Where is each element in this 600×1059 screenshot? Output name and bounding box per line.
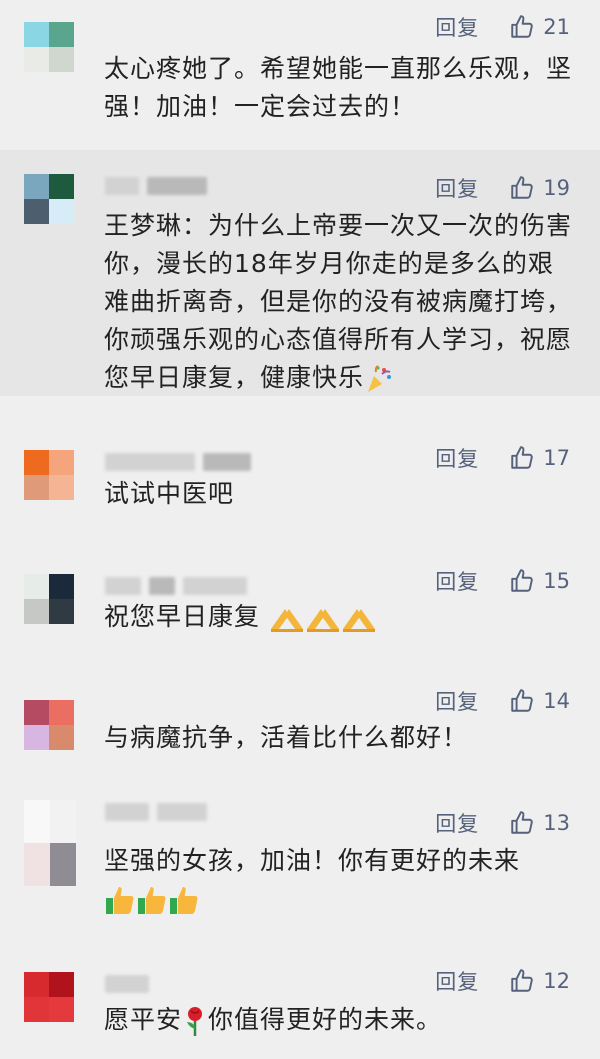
comment-text: 祝您早日康复 bbox=[104, 598, 572, 636]
comment-actions: 回复 12 bbox=[435, 966, 570, 996]
avatar[interactable] bbox=[24, 574, 74, 624]
comment-actions: 回复 17 bbox=[435, 443, 570, 473]
comment-actions: 回复 15 bbox=[435, 566, 570, 596]
comment-text: 王梦琳：为什么上帝要一次又一次的伤害你，漫长的18年岁月你走的是多么的艰难曲折离… bbox=[104, 207, 572, 397]
comment-text: 太心疼她了。希望她能一直那么乐观，坚强！加油！一定会过去的！ bbox=[104, 54, 573, 121]
rose-emoji bbox=[187, 1007, 203, 1036]
avatar[interactable] bbox=[24, 700, 74, 750]
comment-item: 回复 17 试试中医吧 bbox=[0, 396, 600, 556]
thumbs-up-icon bbox=[511, 569, 534, 592]
comment-text-body: 祝您早日康复 bbox=[104, 602, 261, 631]
thumbs-up-icon bbox=[511, 811, 534, 834]
like-count: 15 bbox=[543, 569, 570, 593]
like-button[interactable]: 13 bbox=[509, 810, 570, 836]
comment-actions: 回复 13 bbox=[435, 808, 570, 838]
like-button[interactable]: 12 bbox=[509, 968, 570, 994]
avatar[interactable] bbox=[24, 174, 74, 224]
comment-item: 回复 12 愿平安 你值得更好的未来。 bbox=[0, 948, 600, 1059]
username-blurred[interactable] bbox=[105, 974, 149, 994]
avatar[interactable] bbox=[24, 972, 74, 1022]
comment-item: 回复 21 太心疼她了。希望她能一直那么乐观，坚强！加油！一定会过去的！ bbox=[0, 0, 600, 150]
confetti-emoji bbox=[368, 365, 392, 392]
avatar[interactable] bbox=[24, 800, 76, 886]
reply-button[interactable]: 回复 bbox=[435, 686, 479, 716]
thumbs-up-emoji bbox=[106, 887, 134, 914]
like-count: 13 bbox=[543, 811, 570, 835]
pray-emoji bbox=[306, 609, 339, 632]
comment-text-b: 你值得更好的未来。 bbox=[208, 1005, 443, 1034]
like-count: 14 bbox=[543, 689, 570, 713]
like-button[interactable]: 15 bbox=[509, 568, 570, 594]
username-blurred[interactable] bbox=[105, 176, 207, 196]
thumbs-up-icon bbox=[511, 176, 534, 199]
like-count: 21 bbox=[543, 15, 570, 39]
reply-button[interactable]: 回复 bbox=[435, 173, 479, 203]
like-button[interactable]: 17 bbox=[509, 445, 570, 471]
comment-item: 回复 13 坚强的女孩，加油！你有更好的未来 bbox=[0, 788, 600, 948]
thumbs-up-emoji bbox=[138, 887, 166, 914]
pray-emoji bbox=[270, 609, 303, 632]
comment-text: 愿平安 你值得更好的未来。 bbox=[104, 1001, 572, 1039]
like-count: 17 bbox=[543, 446, 570, 470]
reply-button[interactable]: 回复 bbox=[435, 12, 479, 42]
thumbs-up-emoji bbox=[170, 887, 198, 914]
reply-button[interactable]: 回复 bbox=[435, 566, 479, 596]
username-blurred[interactable] bbox=[105, 802, 207, 822]
comment-item: 回复 14 与病魔抗争，活着比什么都好！ bbox=[0, 676, 600, 788]
comment-actions: 回复 14 bbox=[435, 686, 570, 716]
thumbs-up-icon bbox=[511, 969, 534, 992]
like-button[interactable]: 19 bbox=[509, 175, 570, 201]
username-blurred[interactable] bbox=[105, 452, 251, 472]
like-count: 19 bbox=[543, 176, 570, 200]
thumbs-up-icon bbox=[511, 446, 534, 469]
comment-text-a: 愿平安 bbox=[104, 1005, 183, 1034]
reply-button[interactable]: 回复 bbox=[435, 443, 479, 473]
comment-actions: 回复 21 bbox=[435, 12, 570, 42]
avatar[interactable] bbox=[24, 450, 74, 500]
username-blurred[interactable] bbox=[105, 576, 247, 596]
like-button[interactable]: 21 bbox=[509, 14, 570, 40]
comment-actions: 回复 19 bbox=[435, 173, 570, 203]
comment-text: 与病魔抗争，活着比什么都好！ bbox=[104, 723, 469, 752]
comment-text: 试试中医吧 bbox=[104, 479, 235, 508]
thumbs-up-icon bbox=[511, 689, 534, 712]
comment-text: 坚强的女孩，加油！你有更好的未来 bbox=[104, 842, 572, 918]
comment-item: 回复 19 王梦琳：为什么上帝要一次又一次的伤害你，漫长的18年岁月你走的是多么… bbox=[0, 150, 600, 396]
pray-emoji bbox=[342, 609, 375, 632]
thumbs-up-icon bbox=[511, 15, 534, 38]
avatar[interactable] bbox=[24, 22, 74, 72]
reply-button[interactable]: 回复 bbox=[435, 808, 479, 838]
like-count: 12 bbox=[543, 969, 570, 993]
comment-item: 回复 15 祝您早日康复 bbox=[0, 556, 600, 676]
like-button[interactable]: 14 bbox=[509, 688, 570, 714]
comment-text-body: 坚强的女孩，加油！你有更好的未来 bbox=[104, 846, 521, 875]
reply-button[interactable]: 回复 bbox=[435, 966, 479, 996]
comment-text-body: 王梦琳：为什么上帝要一次又一次的伤害你，漫长的18年岁月你走的是多么的艰难曲折离… bbox=[104, 211, 573, 392]
